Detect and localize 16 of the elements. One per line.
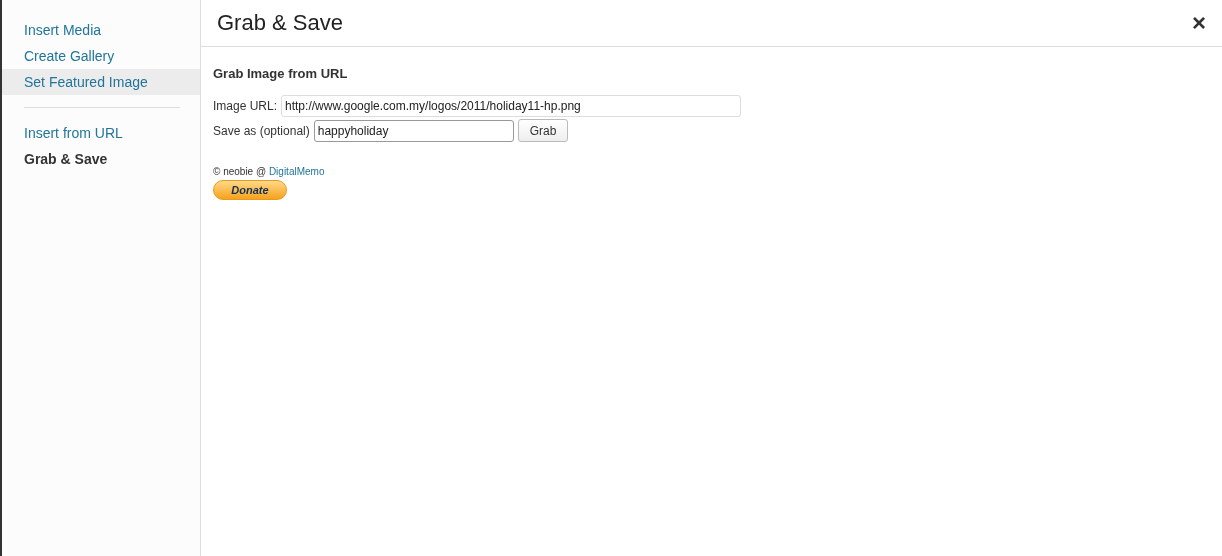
sidebar-item[interactable]: Create Gallery <box>2 43 200 69</box>
grab-button[interactable]: Grab <box>517 119 569 142</box>
section-heading: Grab Image from URL <box>213 66 349 81</box>
dialog-title: Grab & Save <box>217 10 343 36</box>
field-label: Save as (optional) <box>213 123 310 138</box>
donate-button[interactable]: Donate <box>213 180 287 200</box>
sidebar-item[interactable]: Grab & Save <box>2 146 200 172</box>
field-label: Image URL: <box>213 99 278 113</box>
sidebar-item[interactable]: Insert from URL <box>2 120 200 146</box>
url-field[interactable]: http://www.google.com.my/logos/2011/holiday11-hp.png <box>281 95 742 117</box>
sidebar-item[interactable]: Insert Media <box>2 17 200 43</box>
filename-field[interactable]: happyholiday <box>313 119 514 142</box>
close-button[interactable]: × <box>1190 11 1208 35</box>
credit-text: © neobie @ <box>213 166 268 177</box>
sidebar-item[interactable]: Set Featured Image <box>2 69 200 95</box>
credit-link[interactable]: DigitalMemo <box>268 166 325 177</box>
